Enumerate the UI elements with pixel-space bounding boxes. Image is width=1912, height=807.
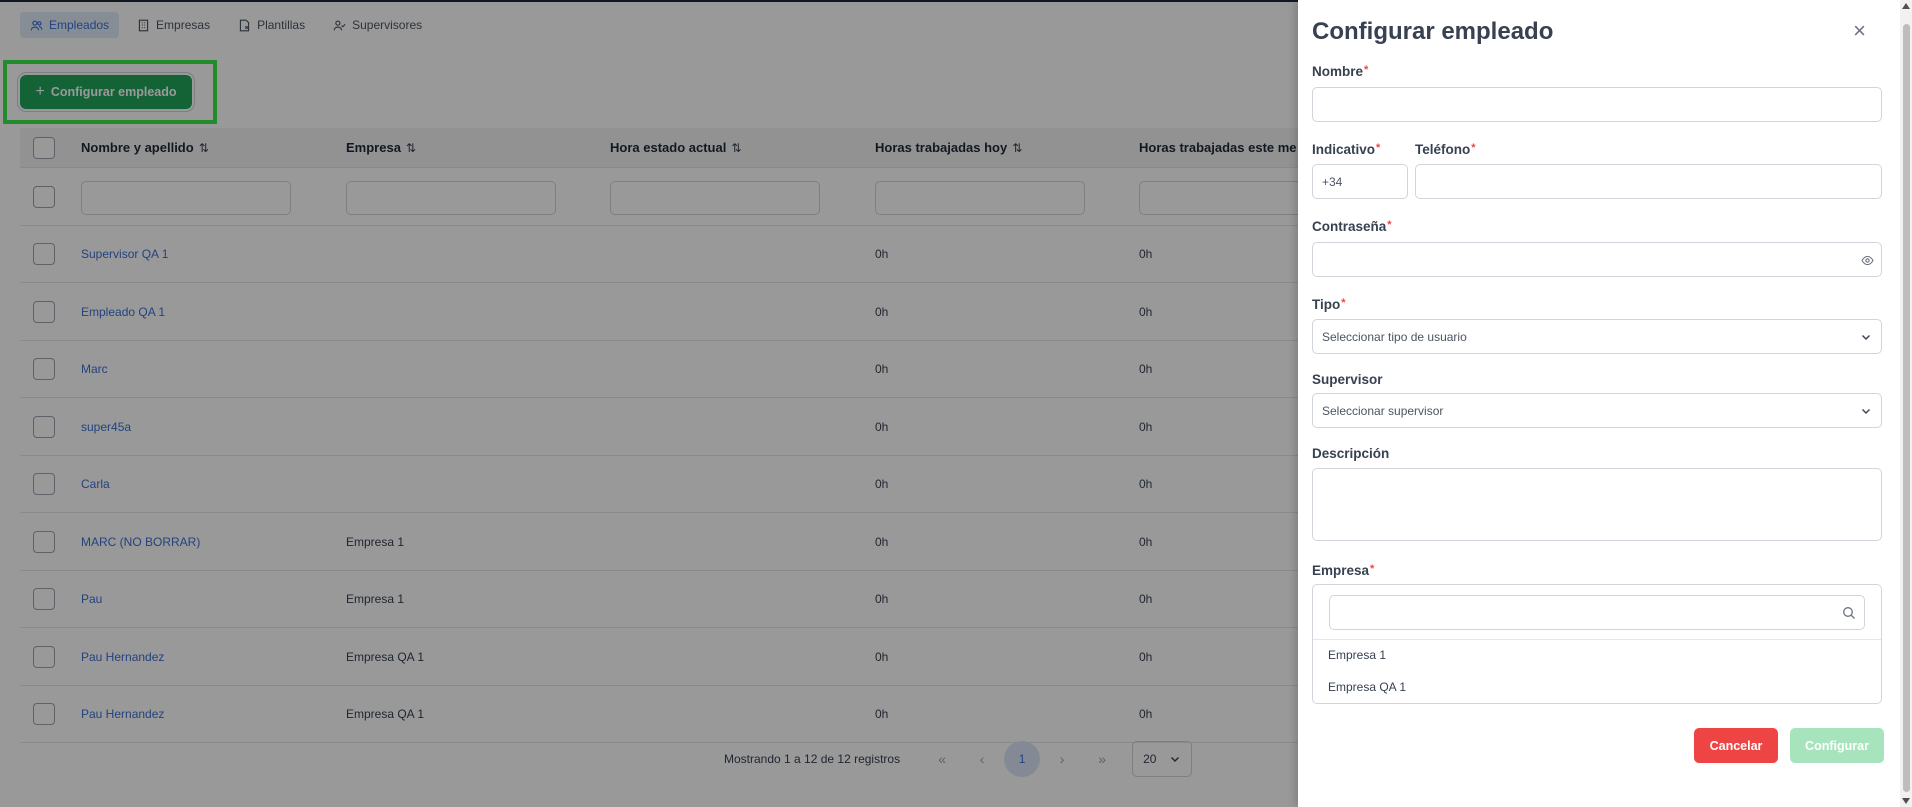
- nombre-label-text: Nombre: [1312, 64, 1364, 79]
- scroll-down-arrow[interactable]: [1902, 798, 1910, 804]
- empresa-label-text: Empresa: [1312, 563, 1370, 578]
- required-mark: *: [1387, 219, 1392, 231]
- nombre-input[interactable]: [1312, 87, 1882, 122]
- telefono-input[interactable]: [1415, 164, 1882, 199]
- descripcion-label: Descripción: [1312, 446, 1390, 461]
- tipo-label: Tipo*: [1312, 297, 1346, 312]
- required-mark: *: [1471, 142, 1476, 154]
- indicativo-label-text: Indicativo: [1312, 142, 1376, 157]
- modal-overlay[interactable]: [0, 0, 1298, 807]
- chevron-down-icon: [1862, 408, 1870, 414]
- telefono-label-text: Teléfono: [1415, 142, 1471, 157]
- password-input[interactable]: [1312, 242, 1882, 277]
- indicativo-label: Indicativo*: [1312, 142, 1380, 157]
- panel-title: Configurar empleado: [1312, 18, 1554, 45]
- required-mark: *: [1376, 142, 1381, 154]
- tipo-label-text: Tipo: [1312, 297, 1341, 312]
- password-label: Contraseña*: [1312, 219, 1392, 234]
- nombre-label: Nombre*: [1312, 64, 1368, 79]
- password-label-text: Contraseña: [1312, 219, 1387, 234]
- scroll-up-arrow[interactable]: [1902, 3, 1910, 9]
- tipo-placeholder: Seleccionar tipo de usuario: [1322, 329, 1467, 344]
- indicativo-input[interactable]: +34: [1312, 164, 1408, 199]
- configure-submit-button[interactable]: Configurar: [1790, 728, 1884, 763]
- close-icon[interactable]: ×: [1853, 20, 1866, 42]
- empresa-option[interactable]: Empresa 1: [1328, 648, 1386, 662]
- configure-employee-panel: Configurar empleado × Nombre* Indicativo…: [1298, 0, 1900, 807]
- eye-icon[interactable]: [1861, 255, 1874, 266]
- dropdown-divider: [1313, 639, 1881, 640]
- supervisor-placeholder: Seleccionar supervisor: [1322, 403, 1444, 418]
- scroll-thumb[interactable]: [1903, 24, 1910, 792]
- required-mark: *: [1341, 297, 1346, 309]
- empresa-search-input[interactable]: [1329, 595, 1865, 630]
- telefono-label: Teléfono*: [1415, 142, 1476, 157]
- scrollbar[interactable]: [1900, 0, 1912, 807]
- required-mark: *: [1370, 563, 1375, 575]
- empresa-label: Empresa*: [1312, 563, 1374, 578]
- empresa-dropdown: Empresa 1 Empresa QA 1: [1312, 584, 1882, 704]
- search-icon: [1843, 607, 1855, 619]
- descripcion-textarea[interactable]: [1312, 468, 1882, 541]
- chevron-down-icon: [1862, 334, 1870, 340]
- cancel-button[interactable]: Cancelar: [1694, 728, 1778, 763]
- required-mark: *: [1364, 64, 1369, 76]
- tipo-select[interactable]: Seleccionar tipo de usuario: [1312, 319, 1882, 354]
- supervisor-select[interactable]: Seleccionar supervisor: [1312, 393, 1882, 428]
- supervisor-label: Supervisor: [1312, 372, 1383, 387]
- indicativo-value: +34: [1322, 174, 1343, 189]
- empresa-option[interactable]: Empresa QA 1: [1328, 680, 1406, 694]
